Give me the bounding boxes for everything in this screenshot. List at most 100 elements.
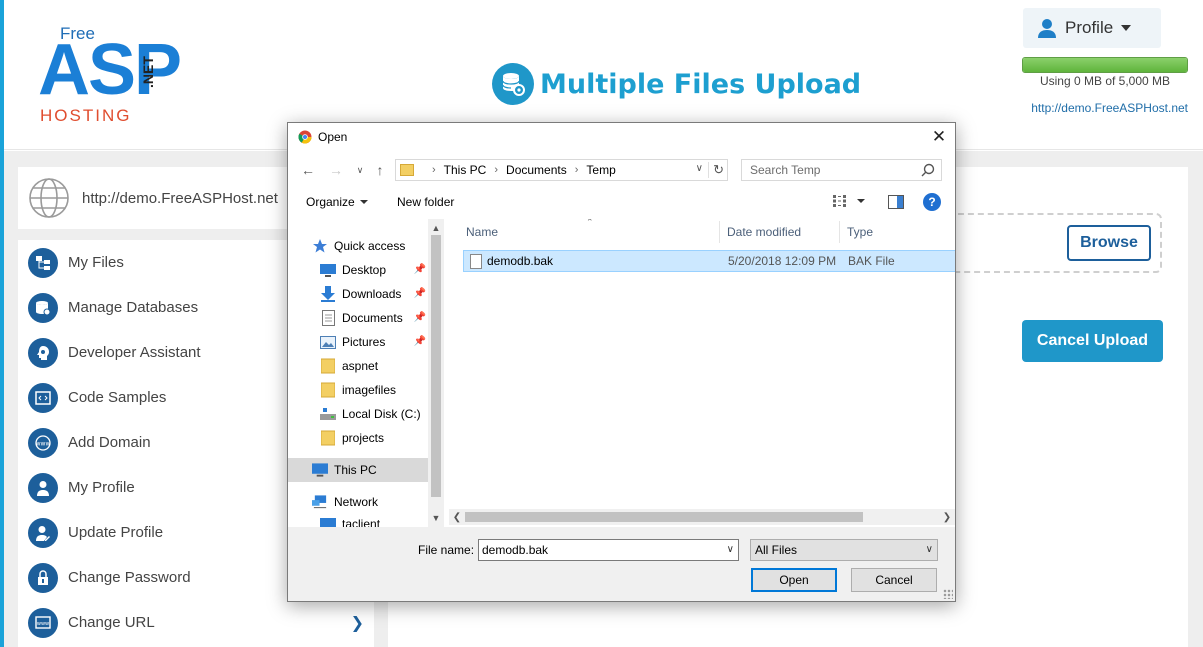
navigation-pane: Quick access Desktop 📌 Downloads 📌 Docum… — [288, 219, 444, 527]
nav-item-this-pc[interactable]: This PC — [288, 458, 428, 482]
nav-item-imagefiles[interactable]: imagefiles — [320, 378, 428, 402]
help-icon[interactable]: ? — [923, 193, 941, 211]
column-type[interactable]: Type — [847, 225, 873, 239]
cancel-upload-button[interactable]: Cancel Upload — [1022, 320, 1163, 362]
nav-item-label: Downloads — [342, 287, 402, 301]
nav-item-label: Quick access — [334, 239, 406, 253]
close-icon[interactable]: ✕ — [929, 127, 949, 147]
nav-item-quick-access[interactable]: Quick access — [312, 234, 444, 258]
sidebar-item-label: Change Password — [68, 569, 191, 586]
nav-item-label: This PC — [334, 463, 377, 477]
svg-text:www: www — [36, 440, 51, 447]
profile-button[interactable]: Profile — [1023, 8, 1161, 48]
chevron-right-icon[interactable]: ❯ — [351, 613, 364, 632]
breadcrumb-this-pc[interactable]: This PC — [444, 163, 487, 177]
lock-icon — [28, 562, 58, 593]
logo-asp: ASP — [38, 30, 182, 110]
pin-icon[interactable]: 📌 — [414, 312, 426, 323]
breadcrumb-separator-icon: › — [494, 164, 499, 176]
cancel-button[interactable]: Cancel — [851, 568, 937, 592]
refresh-icon[interactable]: ↻ — [708, 162, 724, 178]
user-icon — [1037, 18, 1057, 38]
browse-button[interactable]: Browse — [1067, 225, 1151, 261]
nav-item-desktop[interactable]: Desktop 📌 — [320, 258, 428, 282]
change-view-button[interactable] — [833, 195, 865, 207]
nav-item-projects[interactable]: projects — [320, 426, 428, 450]
page-title: Multiple Files Upload — [492, 62, 861, 106]
chevron-down-icon[interactable]: ∨ — [727, 544, 734, 555]
picture-icon — [320, 335, 336, 349]
preview-pane-button[interactable] — [888, 195, 904, 212]
user-edit-icon — [28, 517, 58, 548]
scroll-left-icon[interactable]: ❮ — [449, 509, 465, 525]
column-date-modified[interactable]: Date modified — [727, 225, 801, 239]
svg-text:www: www — [37, 621, 49, 627]
folder-icon — [320, 430, 336, 446]
open-button[interactable]: Open — [751, 568, 837, 592]
file-list-horizontal-scrollbar[interactable]: ❮ ❯ — [449, 509, 955, 525]
code-icon — [28, 382, 58, 413]
column-divider[interactable] — [839, 221, 840, 243]
forward-arrow-icon[interactable]: → — [326, 160, 346, 180]
search-icon[interactable] — [921, 163, 935, 180]
scroll-up-icon[interactable]: ▲ — [428, 221, 444, 235]
pin-icon[interactable]: 📌 — [414, 336, 426, 347]
storage-usage-fill — [1023, 58, 1187, 72]
file-name-input[interactable]: demodb.bak ∨ — [478, 539, 739, 561]
pin-icon[interactable]: 📌 — [414, 288, 426, 299]
scroll-down-icon[interactable]: ▼ — [428, 511, 444, 525]
search-input[interactable]: Search Temp — [741, 159, 942, 181]
site-url-link[interactable]: http://demo.FreeASPHost.net — [1010, 101, 1188, 115]
scrollbar-thumb[interactable] — [465, 512, 863, 522]
sidebar-item-label: My Profile — [68, 479, 135, 496]
preview-pane-icon — [888, 195, 904, 209]
up-arrow-icon[interactable]: ↑ — [370, 160, 390, 180]
recent-dropdown-icon[interactable]: ∨ — [350, 160, 370, 180]
sidebar-item-label: Add Domain — [68, 434, 151, 451]
site-logo[interactable]: Free ASP HOSTING .NET — [36, 20, 182, 132]
pin-icon[interactable]: 📌 — [414, 264, 426, 275]
sidebar-item-label: Update Profile — [68, 524, 164, 541]
nav-item-network[interactable]: Network — [312, 490, 444, 514]
column-divider[interactable] — [719, 221, 720, 243]
files-icon — [28, 247, 58, 278]
nav-item-local-disk[interactable]: Local Disk (C:) — [320, 402, 428, 426]
file-name-value: demodb.bak — [482, 543, 549, 557]
nav-item-pictures[interactable]: Pictures 📌 — [320, 330, 428, 354]
nav-item-downloads[interactable]: Downloads 📌 — [320, 282, 428, 306]
nav-item-label: aspnet — [342, 359, 379, 373]
download-icon — [320, 286, 336, 302]
page-title-text: Multiple Files Upload — [540, 68, 862, 100]
nav-item-documents[interactable]: Documents 📌 — [320, 306, 428, 330]
file-list-header: ⌃ Name Date modified Type — [461, 219, 955, 245]
file-type: BAK File — [848, 254, 895, 268]
nav-item-label: imagefiles — [342, 383, 397, 397]
breadcrumb-temp[interactable]: Temp — [586, 163, 615, 177]
chrome-icon — [298, 130, 312, 144]
back-arrow-icon[interactable]: ← — [298, 160, 318, 180]
column-name[interactable]: Name — [466, 225, 498, 239]
sort-ascending-icon: ⌃ — [586, 219, 594, 227]
desktop-icon — [320, 263, 336, 277]
resize-grip-icon[interactable] — [943, 589, 953, 599]
nav-pane-scrollbar[interactable]: ▲ ▼ — [428, 219, 444, 527]
sidebar-item-label: My Files — [68, 254, 124, 271]
nav-item-taclient[interactable]: taclient — [320, 512, 428, 527]
nav-item-label: Local Disk (C:) — [342, 407, 421, 421]
organize-button[interactable]: Organize — [306, 195, 368, 209]
dialog-nav-row: ← → ∨ ↑ › This PC › Documents › Temp ∨ ↻… — [288, 157, 955, 183]
nav-item-aspnet[interactable]: aspnet — [320, 354, 428, 378]
file-type-filter-select[interactable]: All Files ∨ — [750, 539, 938, 561]
address-bar[interactable]: › This PC › Documents › Temp ∨ ↻ — [395, 159, 728, 181]
scrollbar-thumb[interactable] — [431, 235, 441, 497]
sidebar-item-change-url[interactable]: www Change URL ❯ — [18, 600, 374, 645]
file-list-pane: ⌃ Name Date modified Type demodb.bak 5/2… — [461, 219, 955, 527]
chevron-down-icon[interactable]: ∨ — [696, 163, 703, 174]
scroll-right-icon[interactable]: ❯ — [939, 509, 955, 525]
chevron-down-icon[interactable]: ∨ — [926, 544, 933, 555]
breadcrumb-documents[interactable]: Documents — [506, 163, 567, 177]
dialog-titlebar[interactable]: Open ✕ — [288, 123, 955, 151]
new-folder-button[interactable]: New folder — [397, 195, 454, 209]
file-row[interactable]: demodb.bak 5/20/2018 12:09 PM BAK File — [463, 250, 955, 272]
www-icon: www — [28, 427, 58, 458]
